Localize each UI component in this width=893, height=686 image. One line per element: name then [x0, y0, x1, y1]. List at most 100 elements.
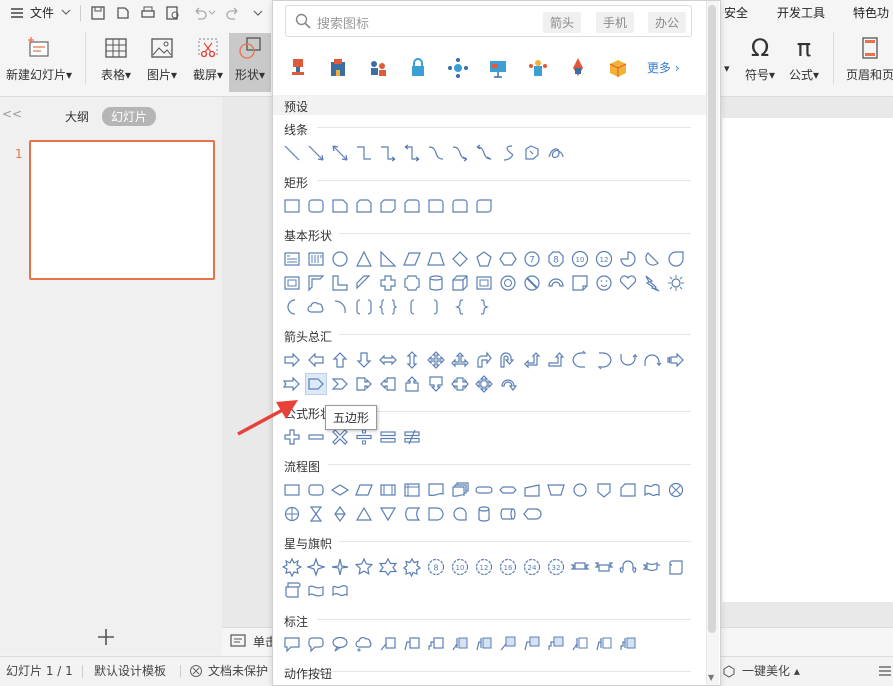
accent-border-callout-1-shape[interactable]: [594, 634, 614, 654]
menu-tab-security[interactable]: 安全: [724, 0, 748, 26]
flowchart-stored-data-shape[interactable]: [402, 504, 422, 524]
star-12-point-shape[interactable]: 12: [474, 557, 494, 577]
left-arrow-callout-shape[interactable]: [378, 374, 398, 394]
curved-up-arrow-shape[interactable]: [618, 350, 638, 370]
not-equal-shape[interactable]: [402, 427, 422, 447]
bent-arrow-shape[interactable]: [474, 350, 494, 370]
bent-up-arrow-shape[interactable]: [546, 350, 566, 370]
chevron-down-icon[interactable]: [208, 7, 216, 21]
text-box-shape[interactable]: [282, 249, 302, 269]
decagon-shape[interactable]: 10: [570, 249, 590, 269]
new-slide-button[interactable]: 新建幻灯片▾: [6, 36, 72, 83]
star-4-point-thin-shape[interactable]: [330, 557, 350, 577]
save-icon[interactable]: [90, 5, 106, 24]
star-5-point-shape[interactable]: [354, 557, 374, 577]
quad-arrow-callout-shape[interactable]: [474, 374, 494, 394]
up-arrow-shape[interactable]: [330, 350, 350, 370]
beautify-button[interactable]: 一键美化 ▴: [742, 657, 800, 685]
screenshot-button[interactable]: 截屏▾: [186, 36, 230, 83]
export-icon[interactable]: [115, 5, 131, 24]
flowchart-summing-junction-shape[interactable]: [666, 480, 686, 500]
heptagon-shape[interactable]: 7: [522, 249, 542, 269]
oval-shape[interactable]: [330, 249, 350, 269]
star-6-point-shape[interactable]: [378, 557, 398, 577]
round-diagonal-rectangle-shape[interactable]: [474, 196, 494, 216]
star-24-point-shape[interactable]: 24: [522, 557, 542, 577]
protect-status[interactable]: 文档未保护: [208, 657, 268, 685]
accent-border-callout-2-shape[interactable]: [618, 634, 638, 654]
arrow-line-shape[interactable]: [306, 143, 326, 163]
freeform-shape[interactable]: [522, 143, 542, 163]
curved-double-arrow-shape[interactable]: [474, 143, 494, 163]
left-right-arrow-callout-shape[interactable]: [450, 374, 470, 394]
star-32-point-shape[interactable]: 32: [546, 557, 566, 577]
octagon-shape[interactable]: 8: [546, 249, 566, 269]
line-shape[interactable]: [282, 143, 302, 163]
round-same-side-rectangle-shape[interactable]: [450, 196, 470, 216]
arc-shape[interactable]: [330, 297, 350, 317]
dropdown-scrollbar-thumb[interactable]: [708, 5, 716, 633]
symbol-button[interactable]: Ω 符号▾: [738, 36, 782, 83]
equal-shape[interactable]: [378, 427, 398, 447]
line-callout-2-shape[interactable]: [402, 634, 422, 654]
left-right-arrow-shape[interactable]: [378, 350, 398, 370]
sun-shape[interactable]: [666, 273, 686, 293]
border-callout-1-shape[interactable]: [522, 634, 542, 654]
circular-arrow-shape[interactable]: [498, 374, 518, 394]
star-16-point-shape[interactable]: 16: [498, 557, 518, 577]
lock-icon[interactable]: [406, 56, 430, 80]
teardrop-shape[interactable]: [666, 249, 686, 269]
flowchart-internal-storage-shape[interactable]: [402, 480, 422, 500]
border-callout-3-shape[interactable]: [570, 634, 590, 654]
network-icon[interactable]: [446, 56, 470, 80]
parallelogram-shape[interactable]: [402, 249, 422, 269]
undo-icon[interactable]: [192, 5, 208, 24]
flowchart-direct-access-shape[interactable]: [498, 504, 518, 524]
trophy-icon[interactable]: [286, 56, 310, 80]
minus-shape[interactable]: [306, 427, 326, 447]
half-frame-shape[interactable]: [306, 273, 326, 293]
curve-shape[interactable]: [498, 143, 518, 163]
double-brace-shape[interactable]: [378, 297, 398, 317]
flowchart-extract-shape[interactable]: [354, 504, 374, 524]
flowchart-multidocument-shape[interactable]: [450, 480, 470, 500]
accent-callout-3-shape[interactable]: [498, 634, 518, 654]
chevron-down-icon[interactable]: [61, 6, 71, 21]
left-brace-shape[interactable]: [450, 297, 470, 317]
triangle-shape[interactable]: [354, 249, 374, 269]
pie-shape[interactable]: [618, 249, 638, 269]
flowchart-predefined-process-shape[interactable]: [378, 480, 398, 500]
snip-same-side-rectangle-shape[interactable]: [354, 196, 374, 216]
flowchart-preparation-shape[interactable]: [498, 480, 518, 500]
quad-arrow-shape[interactable]: [426, 350, 446, 370]
menu-tab-developer[interactable]: 开发工具: [777, 0, 825, 26]
plaque-shape[interactable]: [402, 273, 422, 293]
flowchart-data-shape[interactable]: [354, 480, 374, 500]
star-7-point-shape[interactable]: [402, 557, 422, 577]
curved-arrow-connector-shape[interactable]: [450, 143, 470, 163]
shape-button[interactable]: 形状▾: [229, 33, 271, 92]
l-shape[interactable]: [330, 273, 350, 293]
oval-callout-shape[interactable]: [330, 634, 350, 654]
u-turn-arrow-shape[interactable]: [498, 350, 518, 370]
flowchart-delay-shape[interactable]: [426, 504, 446, 524]
can-shape[interactable]: [426, 273, 446, 293]
double-arrow-line-shape[interactable]: [330, 143, 350, 163]
flowchart-decision-shape[interactable]: [330, 480, 350, 500]
flowchart-collate-shape[interactable]: [306, 504, 326, 524]
search-chip-office[interactable]: 办公: [648, 12, 687, 33]
donut-shape[interactable]: [498, 273, 518, 293]
pentagon-arrow-shape[interactable]: [305, 373, 327, 395]
presentation-icon[interactable]: [486, 56, 510, 80]
menu-icon[interactable]: [878, 665, 892, 680]
block-arc-shape[interactable]: [546, 273, 566, 293]
dodecagon-shape[interactable]: 12: [594, 249, 614, 269]
accent-callout-1-shape[interactable]: [450, 634, 470, 654]
curved-connector-shape[interactable]: [426, 143, 446, 163]
elbow-double-arrow-shape[interactable]: [402, 143, 422, 163]
star-4-point-shape[interactable]: [306, 557, 326, 577]
snip-corner-rectangle-shape[interactable]: [330, 196, 350, 216]
flowchart-sequential-access-shape[interactable]: [450, 504, 470, 524]
print-icon[interactable]: [140, 5, 156, 24]
divide-shape[interactable]: [354, 427, 374, 447]
